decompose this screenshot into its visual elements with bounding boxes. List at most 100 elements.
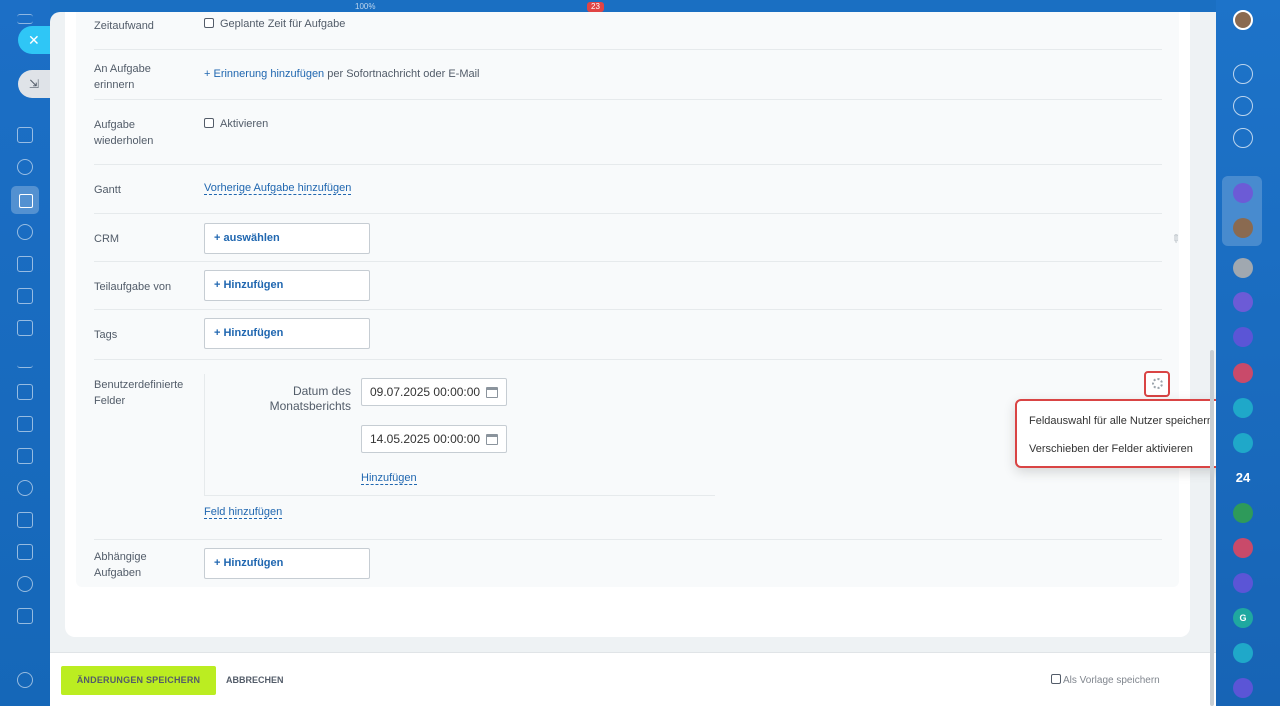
label-line: erinnern bbox=[94, 79, 135, 91]
parent-task-add-button[interactable]: + Hinzufügen bbox=[204, 270, 370, 301]
add-value-wrap: Hinzufügen bbox=[361, 472, 417, 485]
custom-field-label: Datum des Monatsberichts bbox=[205, 384, 351, 414]
filter-icon[interactable] bbox=[17, 416, 33, 432]
time-tracking-control[interactable]: Geplante Zeit für Aufgabe bbox=[204, 18, 345, 30]
inbox-icon[interactable] bbox=[17, 448, 33, 464]
row-custom-fields: Benutzerdefinierte Felder Datum des Mona… bbox=[94, 360, 1162, 540]
chat-avatar[interactable] bbox=[1233, 183, 1253, 203]
row-label: Aufgabe wiederholen bbox=[94, 117, 204, 149]
label-line: Datum des bbox=[292, 384, 351, 398]
add-field-link[interactable]: Feld hinzufügen bbox=[204, 506, 283, 519]
top-strip: 100% 23 bbox=[50, 0, 1216, 12]
lock-chat-icon[interactable] bbox=[1233, 643, 1253, 663]
row-time-tracking: Zeitaufwand Geplante Zeit für Aufgabe bbox=[94, 12, 1162, 50]
chat-avatar[interactable] bbox=[1233, 258, 1253, 278]
repeat-control[interactable]: Aktivieren bbox=[204, 118, 268, 130]
label-line: Monatsberichts bbox=[269, 399, 351, 413]
analytics-icon[interactable] bbox=[17, 352, 33, 368]
label-line: Aufgabe bbox=[94, 119, 135, 131]
chat-avatar[interactable] bbox=[1233, 292, 1253, 312]
gear-icon bbox=[1152, 378, 1163, 389]
crm-select-button[interactable]: + auswählen bbox=[204, 223, 370, 254]
form-card: Zeitaufwand Geplante Zeit für Aufgabe An… bbox=[65, 12, 1216, 637]
chat-avatar[interactable] bbox=[1233, 218, 1253, 238]
menu-item-enable-field-moving[interactable]: Verschieben der Felder aktivieren bbox=[1029, 443, 1193, 455]
dependent-tasks-add-button[interactable]: + Hinzufügen bbox=[204, 548, 370, 579]
row-label: CRM bbox=[94, 233, 120, 245]
cart-icon[interactable] bbox=[17, 384, 33, 400]
spiral-icon[interactable] bbox=[1233, 96, 1253, 116]
reminder-hint: per Sofortnachricht oder E-Mail bbox=[327, 68, 480, 80]
target-icon[interactable] bbox=[17, 576, 33, 592]
row-parent-task: Teilaufgabe von + Hinzufügen bbox=[94, 262, 1162, 310]
presentation-icon[interactable] bbox=[17, 320, 33, 336]
collapse-slider-button[interactable]: ⇲ bbox=[18, 70, 50, 98]
repeat-checkbox[interactable] bbox=[204, 118, 214, 128]
label-line: wiederholen bbox=[94, 135, 154, 147]
chat-avatar[interactable] bbox=[1233, 678, 1253, 698]
feed-icon[interactable] bbox=[17, 127, 33, 143]
zoom-label: 100% bbox=[355, 2, 376, 11]
lock-chat-icon[interactable] bbox=[1233, 503, 1253, 523]
reminder-control: + Erinnerung hinzufügen per Sofortnachri… bbox=[204, 68, 479, 80]
gantt-control: Vorherige Aufgabe hinzufügen bbox=[204, 182, 352, 195]
label-line: An Aufgabe bbox=[94, 63, 151, 75]
lock-chat-icon[interactable] bbox=[1233, 398, 1253, 418]
documents-icon[interactable] bbox=[17, 256, 33, 272]
row-label: Gantt bbox=[94, 184, 121, 196]
lock-chat-icon[interactable] bbox=[1233, 538, 1253, 558]
date-value: 14.05.2025 00:00:00 bbox=[370, 432, 481, 446]
row-label: Abhängige Aufgaben bbox=[94, 549, 204, 581]
add-previous-task-link[interactable]: Vorherige Aufgabe hinzufügen bbox=[204, 182, 352, 195]
add-value-link[interactable]: Hinzufügen bbox=[361, 472, 417, 485]
chat-avatar[interactable] bbox=[1233, 573, 1253, 593]
calendar-icon[interactable] bbox=[17, 512, 33, 528]
user-avatar[interactable] bbox=[1233, 10, 1253, 30]
storage-icon[interactable] bbox=[17, 480, 33, 496]
additional-fields-area: Zeitaufwand Geplante Zeit für Aufgabe An… bbox=[76, 12, 1216, 587]
task-chat-icon[interactable] bbox=[1233, 433, 1253, 453]
row-label: Teilaufgabe von bbox=[94, 281, 172, 293]
tasks-icon[interactable] bbox=[11, 186, 39, 214]
bell-icon[interactable] bbox=[1233, 64, 1253, 84]
row-reminder: An Aufgabe erinnern + Erinnerung hinzufü… bbox=[94, 50, 1162, 100]
row-label: An Aufgabe erinnern bbox=[94, 61, 204, 93]
row-crm: CRM + auswählen bbox=[94, 214, 1162, 262]
counter-chat[interactable]: 24 bbox=[1233, 468, 1253, 488]
date-field-1[interactable]: 09.07.2025 00:00:00 bbox=[361, 378, 507, 406]
save-as-template-label: Als Vorlage speichern bbox=[1063, 675, 1160, 686]
card-icon[interactable] bbox=[17, 288, 33, 304]
settings-icon[interactable] bbox=[17, 672, 33, 688]
menu-item-save-field-selection[interactable]: Feldauswahl für alle Nutzer speichern bbox=[1029, 415, 1213, 427]
chat-icon[interactable] bbox=[17, 159, 33, 175]
row-label: Tags bbox=[94, 329, 118, 341]
row-label: Zeitaufwand bbox=[94, 20, 154, 32]
label-line: Aufgaben bbox=[94, 567, 142, 579]
pin-icon[interactable]: ✎ bbox=[1167, 231, 1187, 251]
row-gantt: Gantt Vorherige Aufgabe hinzufügen bbox=[94, 165, 1162, 214]
edit-icon[interactable] bbox=[17, 608, 33, 624]
checkbox-label: Geplante Zeit für Aufgabe bbox=[220, 18, 346, 30]
robot-icon[interactable] bbox=[17, 544, 33, 560]
row-dependent-tasks: Abhängige Aufgaben + Hinzufügen bbox=[94, 540, 1162, 586]
save-changes-button[interactable]: ÄNDERUNGEN SPEICHERN bbox=[61, 666, 216, 695]
chat-avatar[interactable] bbox=[1233, 327, 1253, 347]
lock-chat-icon[interactable] bbox=[1233, 363, 1253, 383]
calendar-icon[interactable] bbox=[486, 387, 498, 398]
menu-icon[interactable] bbox=[17, 14, 33, 24]
counter-badge: 23 bbox=[587, 2, 604, 12]
calendar-icon[interactable] bbox=[486, 434, 498, 445]
save-as-template-checkbox[interactable] bbox=[1051, 674, 1061, 684]
add-reminder-link[interactable]: + Erinnerung hinzufügen bbox=[204, 68, 324, 80]
close-slider-button[interactable]: ✕ bbox=[18, 26, 50, 54]
letter-chat[interactable]: G bbox=[1233, 608, 1253, 628]
cancel-button[interactable]: ABBRECHEN bbox=[226, 666, 284, 695]
date-field-2[interactable]: 14.05.2025 00:00:00 bbox=[361, 425, 507, 453]
custom-fields-settings-button[interactable] bbox=[1144, 371, 1170, 397]
tags-add-button[interactable]: + Hinzufügen bbox=[204, 318, 370, 349]
search-chat-icon[interactable] bbox=[1233, 128, 1253, 148]
scrollbar[interactable] bbox=[1210, 350, 1214, 706]
time-tracking-checkbox[interactable] bbox=[204, 18, 214, 28]
users-icon[interactable] bbox=[17, 224, 33, 240]
save-as-template-control[interactable]: Als Vorlage speichern bbox=[1051, 674, 1160, 686]
